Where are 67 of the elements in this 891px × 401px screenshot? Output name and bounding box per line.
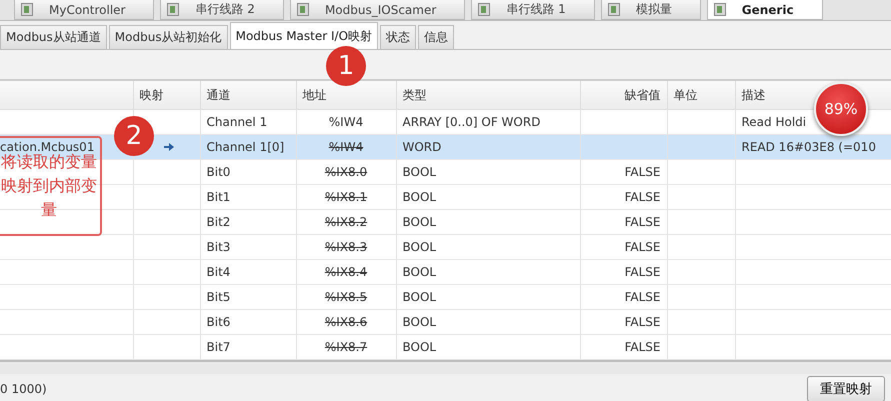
table-cell: Bit5 [206,290,230,304]
table-cell: FALSE [624,215,660,229]
column-header[interactable]: 类型 [402,88,426,102]
table-cell: %IX8.1 [324,190,368,204]
table-cell: BOOL [402,240,436,254]
status-text: 0 1000) [0,382,47,396]
document-tab[interactable]: 模拟量 [600,0,701,20]
reset-mapping-button[interactable]: 重置映射 [807,376,885,401]
table-cell: %IX8.2 [324,215,368,229]
table-cell: Channel 1 [206,115,268,129]
table-cell: cation.Mcbus01 [0,140,94,154]
table-cell: Read Holdi [742,115,806,129]
tab[interactable]: Modbus从站初始化 [108,25,228,49]
table-cell: %IX8.6 [324,315,368,329]
table-cell: BOOL [402,165,436,179]
tab[interactable]: 状态 [380,25,416,49]
table-cell: FALSE [624,190,660,204]
table-cell: Bit4 [206,265,230,279]
table-cell: Channel 1[0] [206,140,284,154]
document-tab[interactable]: 串行线路 1 [471,0,595,20]
document-tab[interactable]: Modbus_IOScamer [290,0,466,20]
document-icon [478,3,490,16]
table-cell: BOOL [402,265,436,279]
document-icon [608,3,620,16]
table-cell: %IX8.4 [324,265,368,279]
column-header[interactable]: 通道 [206,88,230,102]
table-cell: ARRAY [0..0] OF WORD [402,115,540,129]
table-cell: FALSE [624,315,660,329]
table-cell: Bit0 [206,165,230,179]
table-cell: FALSE [624,265,660,279]
table-cell: BOOL [402,315,436,329]
table-cell: BOOL [402,190,436,204]
document-icon [296,3,309,16]
table-cell: %IX8.0 [324,165,368,179]
document-tab[interactable]: MyController [14,0,154,20]
table-cell: BOOL [402,340,436,354]
table-cell: BOOL [402,290,436,304]
table-cell: Bit7 [206,340,230,354]
column-header[interactable]: 地址 [302,88,326,102]
document-icon [167,3,180,16]
column-header[interactable]: 单位 [674,88,698,102]
table-cell: %IX8.3 [324,240,368,254]
table-cell: %IX8.5 [324,290,368,304]
table-cell: FALSE [624,165,660,179]
table-cell: %IX8.7 [324,340,368,354]
table-cell: %IW4 [328,140,364,154]
table-cell: FALSE [624,240,660,254]
splitter-bar[interactable] [0,360,891,374]
tab[interactable]: Modbus从站通道 [0,25,107,49]
table-cell: WORD [402,140,442,154]
table-cell: Bit1 [206,190,230,204]
document-tab[interactable]: Generic [706,0,823,20]
document-icon [714,3,726,16]
column-header[interactable]: 映射 [140,88,164,102]
table-cell: FALSE [624,340,660,354]
document-icon [21,3,33,16]
table-cell: %IW4 [328,115,364,129]
tab[interactable]: Modbus Master I/O映射 [230,22,378,49]
table-cell: Bit2 [206,215,230,229]
document-tab[interactable]: 串行线路 2 [160,0,284,20]
table-cell: Bit3 [206,240,230,254]
column-header[interactable]: 描述 [742,88,766,102]
table-cell: BOOL [402,215,436,229]
table-cell: READ 16#03E8 (=010 [742,140,876,154]
table-cell: Bit6 [206,315,230,329]
table-cell: FALSE [624,290,660,304]
tab[interactable]: 信息 [418,25,454,49]
